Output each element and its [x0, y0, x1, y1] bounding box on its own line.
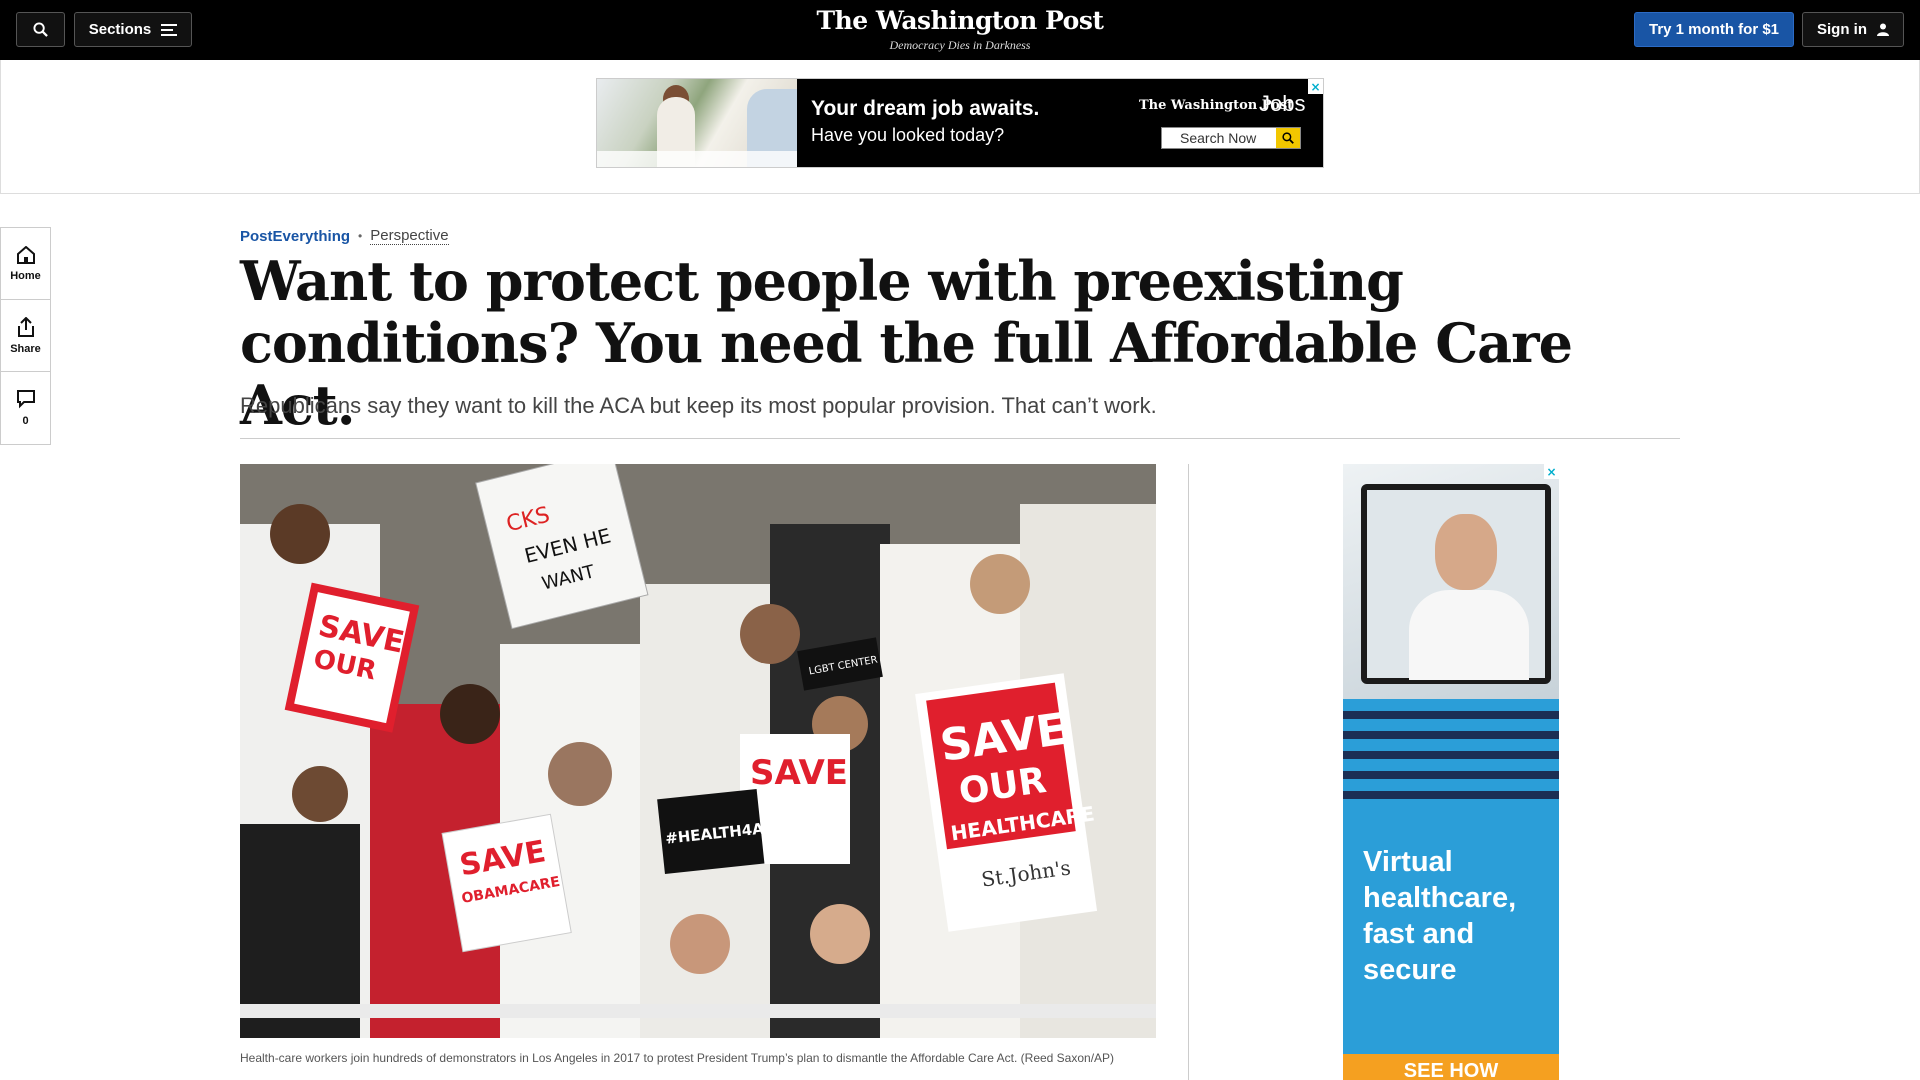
header-divider	[240, 438, 1680, 439]
section-link[interactable]: PostEverything	[240, 228, 350, 245]
left-utility-rail: Home Share 0	[0, 227, 51, 445]
kicker-separator: •	[358, 229, 363, 243]
subscribe-button[interactable]: Try 1 month for $1	[1634, 12, 1794, 47]
logo-name: The Washington Post	[816, 6, 1104, 35]
signin-label: Sign in	[1817, 21, 1867, 38]
sections-button[interactable]: Sections	[74, 12, 192, 47]
home-icon	[16, 245, 35, 264]
side-ad[interactable]: Virtual healthcare, fast and secure SEE …	[1343, 464, 1559, 1080]
share-icon	[17, 316, 34, 337]
rail-home-button[interactable]: Home	[1, 228, 50, 300]
comment-icon	[16, 390, 35, 409]
search-button[interactable]	[16, 12, 65, 47]
ad-choices-icon[interactable]: ×	[1544, 464, 1559, 479]
hero-photo: CKS EVEN HE WANT SAVE OUR SAVE SAVE OUR …	[240, 464, 1156, 1038]
sections-label: Sections	[88, 21, 152, 38]
ad-search-now-button[interactable]: Search Now	[1161, 127, 1301, 149]
ad-office-photo	[597, 79, 797, 167]
search-icon	[1276, 128, 1300, 148]
ad-stripes	[1343, 699, 1559, 799]
photo-caption: Health-care workers join hundreds of dem…	[240, 1051, 1115, 1065]
menu-icon	[161, 23, 178, 36]
rail-comments-button[interactable]: 0	[1, 372, 50, 444]
svg-text:SAVE: SAVE	[750, 753, 848, 793]
rail-share-button[interactable]: Share	[1, 300, 50, 372]
ad-dark-panel	[797, 79, 1323, 167]
ad-search-label: Search Now	[1180, 130, 1257, 146]
site-logo[interactable]: The Washington Post Democracy Dies in Da…	[760, 6, 1160, 53]
rail-home-label: Home	[10, 269, 41, 282]
side-ad-text: Virtual healthcare, fast and secure	[1363, 846, 1517, 986]
article-dek: Republicans say they want to kill the AC…	[240, 393, 1157, 418]
search-icon	[33, 22, 48, 37]
signin-button[interactable]: Sign in	[1802, 12, 1904, 47]
rail-comments-count: 0	[22, 415, 29, 427]
user-icon	[1877, 23, 1889, 36]
article-kicker: PostEverything • Perspective	[240, 227, 449, 245]
jobs-banner-ad[interactable]: Your dream job awaits. Have you looked t…	[596, 78, 1324, 168]
ad-tablet-image	[1343, 464, 1559, 699]
perspective-label[interactable]: Perspective	[370, 227, 449, 245]
logo-tagline: Democracy Dies in Darkness	[889, 38, 1031, 52]
top-navigation-bar: Sections The Washington Post Democracy D…	[0, 0, 1920, 60]
side-ad-cta[interactable]: SEE HOW	[1343, 1054, 1559, 1080]
rail-share-label: Share	[10, 342, 41, 355]
ad-subline: Have you looked today?	[811, 125, 1005, 145]
ad-headline: Your dream job awaits.	[811, 97, 1040, 120]
ad-brand-product: Jobs	[1259, 91, 1306, 116]
column-divider	[1188, 464, 1189, 1080]
ad-choices-icon[interactable]: ×	[1308, 79, 1323, 94]
